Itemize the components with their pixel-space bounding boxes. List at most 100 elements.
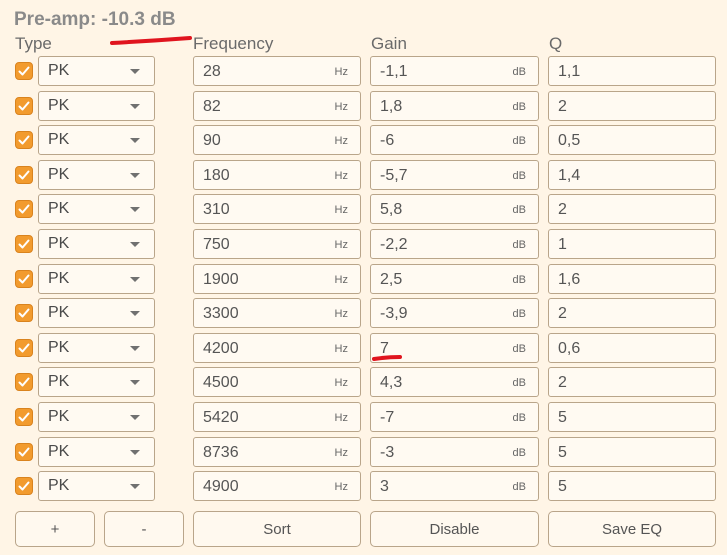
- chevron-down-icon: [130, 173, 140, 178]
- check-icon: [18, 101, 30, 111]
- frequency-input[interactable]: 4200 Hz: [193, 333, 361, 363]
- frequency-input[interactable]: 750 Hz: [193, 229, 361, 259]
- filter-row: PK 8736 Hz -3 dB 5: [0, 437, 727, 467]
- filter-row: PK 5420 Hz -7 dB 5: [0, 402, 727, 432]
- filter-type-select[interactable]: PK: [38, 229, 155, 259]
- gain-unit: dB: [512, 412, 526, 424]
- gain-input[interactable]: 1,8 dB: [370, 91, 539, 121]
- filter-type-select[interactable]: PK: [38, 402, 155, 432]
- frequency-value: 310: [203, 201, 230, 218]
- filter-type-select[interactable]: PK: [38, 437, 155, 467]
- filter-enabled-checkbox[interactable]: [15, 443, 33, 461]
- chevron-down-icon: [130, 311, 140, 316]
- q-input[interactable]: 0,5: [548, 125, 716, 155]
- gain-unit: dB: [512, 343, 526, 355]
- q-input[interactable]: 2: [548, 298, 716, 328]
- q-input[interactable]: 1: [548, 229, 716, 259]
- header-type: Type: [15, 34, 52, 53]
- chevron-down-icon: [130, 138, 140, 143]
- q-value: 0,5: [558, 132, 581, 149]
- filter-type-select[interactable]: PK: [38, 125, 155, 155]
- filter-type-value: PK: [48, 97, 70, 114]
- filter-enabled-checkbox[interactable]: [15, 304, 33, 322]
- gain-input[interactable]: -6 dB: [370, 125, 539, 155]
- filter-type-select[interactable]: PK: [38, 160, 155, 190]
- frequency-input[interactable]: 180 Hz: [193, 160, 361, 190]
- gain-value: -1,1: [380, 63, 408, 80]
- header-q: Q: [549, 34, 563, 53]
- add-filter-button[interactable]: +: [15, 511, 95, 547]
- q-input[interactable]: 2: [548, 194, 716, 224]
- filter-type-select[interactable]: PK: [38, 298, 155, 328]
- filter-type-value: PK: [48, 477, 70, 494]
- gain-value: -3: [380, 444, 395, 461]
- filter-enabled-checkbox[interactable]: [15, 339, 33, 357]
- filter-type-select[interactable]: PK: [38, 333, 155, 363]
- filter-type-select[interactable]: PK: [38, 91, 155, 121]
- filter-enabled-checkbox[interactable]: [15, 97, 33, 115]
- gain-input[interactable]: -3,9 dB: [370, 298, 539, 328]
- gain-input[interactable]: 4,3 dB: [370, 367, 539, 397]
- frequency-input[interactable]: 310 Hz: [193, 194, 361, 224]
- frequency-input[interactable]: 3300 Hz: [193, 298, 361, 328]
- gain-input[interactable]: 5,8 dB: [370, 194, 539, 224]
- gain-input[interactable]: -1,1 dB: [370, 56, 539, 86]
- q-input[interactable]: 1,6: [548, 264, 716, 294]
- chevron-down-icon: [130, 380, 140, 385]
- frequency-input[interactable]: 28 Hz: [193, 56, 361, 86]
- filter-type-select[interactable]: PK: [38, 194, 155, 224]
- filter-enabled-checkbox[interactable]: [15, 166, 33, 184]
- q-input[interactable]: 5: [548, 471, 716, 501]
- frequency-input[interactable]: 1900 Hz: [193, 264, 361, 294]
- filter-type-select[interactable]: PK: [38, 471, 155, 501]
- filter-enabled-checkbox[interactable]: [15, 131, 33, 149]
- frequency-input[interactable]: 82 Hz: [193, 91, 361, 121]
- filter-enabled-checkbox[interactable]: [15, 62, 33, 80]
- frequency-unit: Hz: [334, 308, 348, 320]
- filter-type-value: PK: [48, 443, 70, 460]
- gain-input[interactable]: -2,2 dB: [370, 229, 539, 259]
- gain-unit: dB: [512, 274, 526, 286]
- remove-filter-button[interactable]: -: [104, 511, 184, 547]
- gain-input[interactable]: 3 dB: [370, 471, 539, 501]
- filter-type-select[interactable]: PK: [38, 264, 155, 294]
- filter-enabled-checkbox[interactable]: [15, 408, 33, 426]
- frequency-input[interactable]: 4900 Hz: [193, 471, 361, 501]
- gain-input[interactable]: -5,7 dB: [370, 160, 539, 190]
- frequency-input[interactable]: 8736 Hz: [193, 437, 361, 467]
- filter-enabled-checkbox[interactable]: [15, 235, 33, 253]
- gain-unit: dB: [512, 447, 526, 459]
- filter-enabled-checkbox[interactable]: [15, 373, 33, 391]
- gain-input[interactable]: -3 dB: [370, 437, 539, 467]
- filter-row: PK 3300 Hz -3,9 dB 2: [0, 298, 727, 328]
- q-input[interactable]: 0,6: [548, 333, 716, 363]
- q-input[interactable]: 2: [548, 91, 716, 121]
- q-input[interactable]: 1,1: [548, 56, 716, 86]
- check-icon: [18, 170, 30, 180]
- filter-row: PK 4900 Hz 3 dB 5: [0, 471, 727, 501]
- filter-enabled-checkbox[interactable]: [15, 270, 33, 288]
- gain-input[interactable]: 2,5 dB: [370, 264, 539, 294]
- frequency-input[interactable]: 5420 Hz: [193, 402, 361, 432]
- frequency-unit: Hz: [334, 274, 348, 286]
- filter-enabled-checkbox[interactable]: [15, 200, 33, 218]
- chevron-down-icon: [130, 484, 140, 489]
- filter-enabled-checkbox[interactable]: [15, 477, 33, 495]
- gain-input[interactable]: -7 dB: [370, 402, 539, 432]
- check-icon: [18, 412, 30, 422]
- disable-button[interactable]: Disable: [370, 511, 539, 547]
- sort-button[interactable]: Sort: [193, 511, 361, 547]
- q-input[interactable]: 5: [548, 437, 716, 467]
- filter-type-select[interactable]: PK: [38, 367, 155, 397]
- frequency-value: 8736: [203, 444, 239, 461]
- frequency-value: 750: [203, 236, 230, 253]
- frequency-input[interactable]: 90 Hz: [193, 125, 361, 155]
- q-input[interactable]: 2: [548, 367, 716, 397]
- filter-row: PK 28 Hz -1,1 dB 1,1: [0, 56, 727, 86]
- frequency-input[interactable]: 4500 Hz: [193, 367, 361, 397]
- frequency-unit: Hz: [334, 135, 348, 147]
- filter-type-select[interactable]: PK: [38, 56, 155, 86]
- q-input[interactable]: 5: [548, 402, 716, 432]
- save-eq-button[interactable]: Save EQ: [548, 511, 716, 547]
- q-input[interactable]: 1,4: [548, 160, 716, 190]
